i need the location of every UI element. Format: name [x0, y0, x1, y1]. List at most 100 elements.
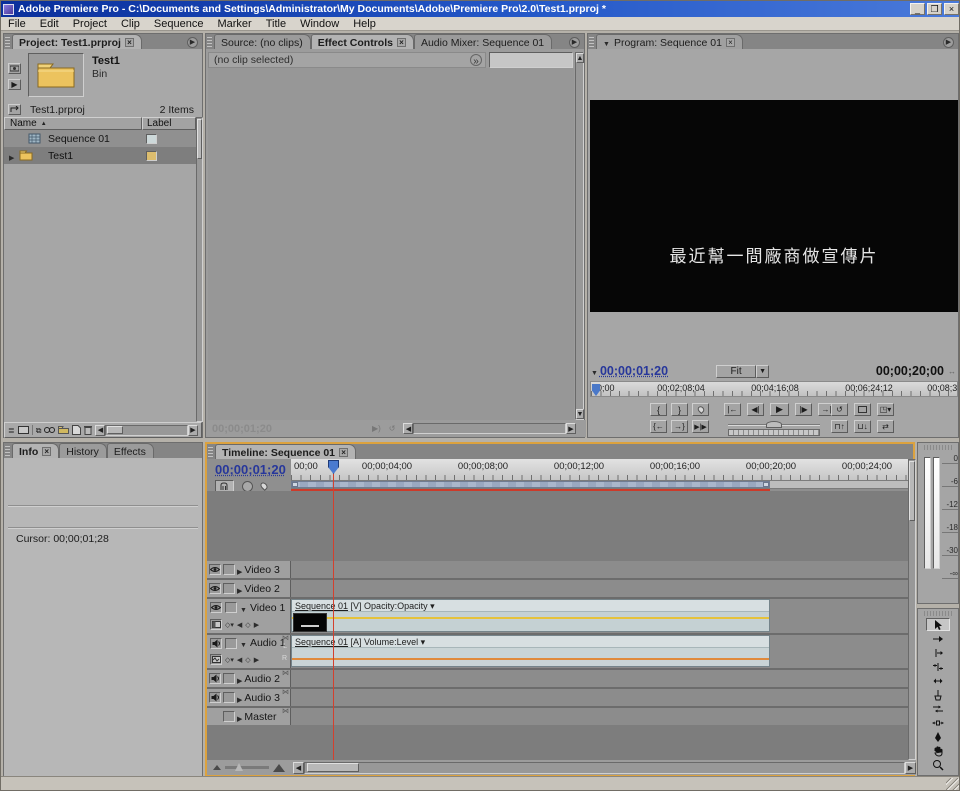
panel-grip[interactable]: [207, 36, 212, 47]
minimize-button[interactable]: _: [910, 3, 925, 15]
column-header-label[interactable]: Label: [142, 117, 196, 130]
show-hide-effects-icon[interactable]: [470, 54, 482, 66]
set-marker-button[interactable]: [692, 403, 709, 416]
set-display-style-icon[interactable]: [210, 619, 222, 630]
program-current-timecode[interactable]: 00;00;01;20: [600, 364, 668, 378]
lift-button[interactable]: ⊓↑: [831, 420, 848, 433]
ripple-edit-tool[interactable]: [926, 646, 950, 659]
menu-help[interactable]: Help: [346, 18, 383, 30]
slip-tool[interactable]: [926, 702, 950, 715]
parent-bin-icon[interactable]: [8, 104, 21, 115]
tab-info[interactable]: Info: [12, 443, 59, 458]
scrollbar-thumb[interactable]: [197, 119, 202, 159]
loop-button[interactable]: ↺: [831, 403, 848, 416]
work-area-track[interactable]: [291, 481, 908, 489]
rolling-edit-tool[interactable]: [926, 660, 950, 673]
play-icon[interactable]: ▶): [372, 424, 381, 433]
keyframe-mode-icon[interactable]: [282, 636, 289, 642]
panel-menu-icon[interactable]: [943, 37, 954, 48]
tab-program[interactable]: Program: Sequence 01: [596, 34, 743, 49]
panel-grip[interactable]: [208, 446, 213, 457]
go-to-previous-keyframe-icon[interactable]: ◀: [237, 621, 242, 629]
track-lane-master[interactable]: [291, 708, 908, 725]
toggle-track-audio-icon[interactable]: [209, 673, 221, 684]
slide-tool[interactable]: [926, 716, 950, 729]
zoom-in-icon[interactable]: [273, 764, 285, 772]
effects-vertical-scrollbar[interactable]: ▲ ▼: [575, 52, 584, 420]
step-back-button[interactable]: ◀|: [747, 403, 764, 416]
menu-marker[interactable]: Marker: [210, 18, 258, 30]
close-icon[interactable]: [397, 38, 406, 47]
toggle-track-output-icon[interactable]: [209, 583, 221, 594]
toggle-track-lock-icon[interactable]: [223, 583, 235, 594]
chevron-down-icon[interactable]: [603, 37, 610, 49]
toggle-track-lock-icon[interactable]: [225, 602, 237, 613]
zoom-tool[interactable]: [926, 758, 950, 771]
zoom-level-dropdown-icon[interactable]: ▼: [756, 365, 769, 378]
close-icon[interactable]: [42, 447, 51, 456]
close-icon[interactable]: [125, 38, 134, 47]
expander-icon[interactable]: [9, 147, 14, 165]
menu-sequence[interactable]: Sequence: [147, 18, 211, 30]
go-to-next-keyframe-icon[interactable]: ▶: [254, 656, 259, 664]
shuttle-thumb[interactable]: [766, 421, 782, 428]
work-area-bar[interactable]: [291, 481, 770, 488]
timeline-horizontal-scrollbar[interactable]: ◀ ▶: [293, 762, 916, 774]
go-to-out-button[interactable]: →}: [671, 420, 688, 433]
tab-timeline[interactable]: Timeline: Sequence 01: [215, 444, 356, 459]
pen-tool[interactable]: [926, 730, 950, 743]
add-remove-keyframe-icon[interactable]: ◇: [245, 621, 250, 629]
tab-audio-mixer[interactable]: Audio Mixer: Sequence 01: [414, 34, 552, 49]
set-out-point-button[interactable]: }: [671, 403, 688, 416]
rate-stretch-tool[interactable]: [926, 674, 950, 687]
panel-grip[interactable]: [5, 36, 10, 47]
menu-edit[interactable]: Edit: [33, 18, 66, 30]
razor-tool[interactable]: [926, 688, 950, 701]
show-keyframes-icon[interactable]: ◇▾: [225, 656, 234, 664]
safe-margins-button[interactable]: [854, 403, 871, 416]
output-button[interactable]: ◳▾: [877, 403, 894, 416]
close-icon[interactable]: [339, 448, 348, 457]
window-resize-grip[interactable]: [946, 778, 960, 791]
menu-clip[interactable]: Clip: [114, 18, 147, 30]
collapse-icon[interactable]: [240, 634, 247, 652]
project-row-sequence[interactable]: Sequence 01: [4, 130, 196, 147]
set-unnumbered-marker-button[interactable]: [259, 481, 269, 491]
opacity-rubber-band[interactable]: [292, 617, 769, 619]
set-in-point-button[interactable]: {: [650, 403, 667, 416]
tab-source[interactable]: Source: (no clips): [214, 34, 311, 49]
loop-icon[interactable]: ↺: [389, 424, 396, 433]
go-to-next-keyframe-icon[interactable]: ▶: [254, 621, 259, 629]
keyframe-mode-icon[interactable]: [282, 671, 289, 677]
toggle-track-output-icon[interactable]: [210, 602, 222, 613]
list-view-button[interactable]: ≣: [8, 426, 15, 435]
work-area-end-handle[interactable]: [763, 482, 769, 487]
go-to-previous-keyframe-icon[interactable]: ◀: [237, 656, 242, 664]
clear-button[interactable]: [84, 425, 92, 435]
panel-menu-icon[interactable]: [569, 37, 580, 48]
program-time-ruler[interactable]: 0;00 00;02;08;04 00;04;16;08 00;06;24;12…: [590, 381, 958, 397]
step-forward-button[interactable]: |▶: [795, 403, 812, 416]
timeline-vertical-scrollbar[interactable]: [908, 459, 916, 760]
audio-clip[interactable]: Sequence 01 [A] Volume:Level ▾: [291, 635, 770, 667]
toggle-track-lock-icon[interactable]: [223, 711, 235, 722]
icon-view-button[interactable]: [18, 426, 29, 434]
collapse-icon[interactable]: [240, 599, 247, 617]
project-row-bin[interactable]: Test1: [4, 147, 196, 164]
tab-project[interactable]: Project: Test1.prproj: [12, 34, 142, 49]
selection-tool[interactable]: [926, 618, 950, 631]
panel-menu-icon[interactable]: [187, 37, 198, 48]
label-swatch-bin[interactable]: [146, 151, 157, 161]
automate-to-sequence-button[interactable]: ⧉: [36, 426, 42, 435]
zoom-slider-thumb[interactable]: [235, 763, 243, 771]
menu-project[interactable]: Project: [66, 18, 114, 30]
project-vertical-scrollbar[interactable]: [196, 117, 203, 422]
poster-frame-icon[interactable]: [8, 63, 21, 74]
go-to-in-button[interactable]: {←: [650, 420, 667, 433]
panel-grip[interactable]: [589, 36, 594, 47]
panel-grip[interactable]: [5, 445, 10, 456]
close-icon[interactable]: [726, 38, 735, 47]
play-button[interactable]: ▶: [770, 403, 789, 416]
play-in-to-out-button[interactable]: ▶|▶: [692, 420, 709, 433]
toggle-track-lock-icon[interactable]: [225, 638, 237, 649]
